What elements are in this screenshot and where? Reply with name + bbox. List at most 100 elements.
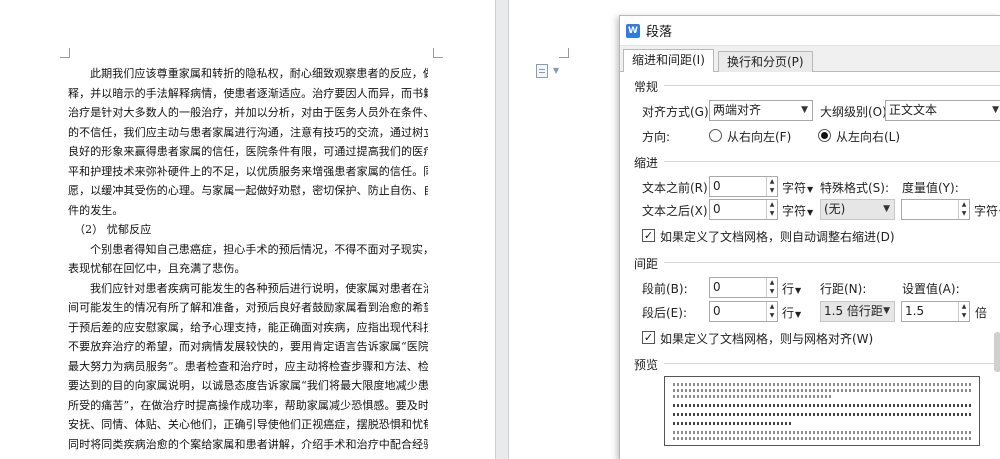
spacing-after-value: 0 xyxy=(713,304,721,318)
indent-after-label: 文本之后(X): xyxy=(642,204,712,218)
page-options-icon[interactable] xyxy=(536,64,548,78)
doc-line: 安抚、同情、体贴、关心他们，正确引导使他们正视癌症，摆脱恐惧和忧郁。 xyxy=(68,418,428,431)
preview-line xyxy=(673,413,973,416)
spin-up-icon[interactable]: ▲ xyxy=(767,200,777,209)
spacing-before-label: 段前(B): xyxy=(642,282,688,296)
line-spacing-label: 行距(N): xyxy=(820,282,867,296)
doc-line: 个别患者得知自己患癌症，担心手术的预后情况，不得不面对子现实，往往 xyxy=(90,242,428,256)
spin-down-icon[interactable]: ▼ xyxy=(959,209,969,218)
indent-before-unit-text: 字符 xyxy=(782,181,807,195)
measure-unit[interactable]: 字符▼ xyxy=(974,202,1000,219)
spinner-buttons[interactable]: ▲ ▼ xyxy=(958,200,969,219)
spin-up-icon[interactable]: ▲ xyxy=(959,302,969,311)
doc-line: 所受的痛苦”，在做治疗时提高操作成功率，帮助家属减少恐惧感。要及时进行 xyxy=(68,398,428,412)
paragraph-dialog: W 段落 缩进和间距(I) 换行和分页(P) 常规 对齐方式(G): 两端对齐 … xyxy=(619,15,1000,459)
set-value-input[interactable]: 1.5 ▲ ▼ xyxy=(901,301,970,322)
spin-down-icon[interactable]: ▼ xyxy=(767,287,777,296)
indent-after-input[interactable]: 0 ▲ ▼ xyxy=(709,199,778,220)
preview-line xyxy=(673,389,973,392)
align-label: 对齐方式(G): xyxy=(642,105,713,119)
spacing-after-label: 段后(E): xyxy=(642,306,687,320)
chevron-down-icon: ▼ xyxy=(883,306,890,316)
spinner-buttons[interactable]: ▲ ▼ xyxy=(766,278,777,297)
wps-app-icon: W xyxy=(626,23,640,38)
preview-line xyxy=(673,404,973,407)
divider xyxy=(664,85,1000,86)
special-format-value: (无) xyxy=(824,202,846,216)
doc-line: 不要放弃治疗的希望，而对病情发展较快的，要用肯定语言告诉家属“医院会尽 xyxy=(68,340,428,353)
spin-up-icon[interactable]: ▲ xyxy=(767,302,777,311)
snap-to-grid-label[interactable]: 如果定义了文档网格，则与网格对齐(W) xyxy=(660,330,873,347)
set-value-value: 1.5 xyxy=(905,304,925,318)
doc-line: 此期我们应该尊重家属和转折的隐私权，耐心细致观察患者的反应，做好解 xyxy=(90,67,428,80)
divider xyxy=(664,363,1000,364)
indent-after-value: 0 xyxy=(713,202,721,216)
rtl-label[interactable]: 从右向左(F) xyxy=(727,128,791,145)
spin-down-icon[interactable]: ▼ xyxy=(767,186,777,195)
document-page-left: 此期我们应该尊重家属和转折的隐私权，耐心细致观察患者的反应，做好解 释，并以暗示… xyxy=(0,0,496,459)
rtl-radio[interactable] xyxy=(709,129,722,142)
doc-line: 间可能发生的情况有所了解和准备，对预后良好者鼓励家属看到治愈的希望，对 xyxy=(68,301,428,314)
spin-up-icon[interactable]: ▲ xyxy=(767,177,777,186)
measure-label: 度量值(Y): xyxy=(902,181,959,195)
tab-indent-spacing[interactable]: 缩进和间距(I) xyxy=(623,49,714,72)
preview-line xyxy=(673,431,973,434)
set-value-unit: 倍 xyxy=(975,306,988,320)
chevron-down-icon[interactable]: ▼ xyxy=(553,66,559,75)
spin-down-icon[interactable]: ▼ xyxy=(767,209,777,218)
tab-line-page-breaks[interactable]: 换行和分页(P) xyxy=(718,51,813,73)
spinner-buttons[interactable]: ▲ ▼ xyxy=(766,302,777,321)
ltr-radio[interactable] xyxy=(818,129,831,142)
spin-down-icon[interactable]: ▼ xyxy=(959,311,969,320)
special-format-select[interactable]: (无) ▼ xyxy=(820,199,895,220)
resize-handle[interactable] xyxy=(994,332,1000,372)
crop-mark-top-right xyxy=(433,48,443,58)
document-body[interactable]: 此期我们应该尊重家属和转折的隐私权，耐心细致观察患者的反应，做好解 释，并以暗示… xyxy=(68,64,428,454)
set-value-label: 设置值(A): xyxy=(902,282,960,296)
spacing-after-unit-text: 行 xyxy=(782,306,795,320)
align-select[interactable]: 两端对齐 ▼ xyxy=(709,100,813,121)
dialog-titlebar[interactable]: W 段落 xyxy=(620,16,1000,46)
doc-line: （2） 忧郁反应 xyxy=(74,223,152,236)
auto-adjust-indent-checkbox[interactable]: ✓ xyxy=(642,229,655,242)
line-spacing-select[interactable]: 1.5 倍行距 ▼ xyxy=(820,301,895,322)
ltr-label[interactable]: 从左向右(L) xyxy=(836,128,900,145)
auto-adjust-indent-label[interactable]: 如果定义了文档网格，则自动调整右缩进(D) xyxy=(660,228,895,245)
doc-line: 的不信任，我们应主动与患者家属进行沟通，注意有技巧的交流，通过树立自己 xyxy=(68,125,428,139)
spin-down-icon[interactable]: ▼ xyxy=(767,311,777,320)
doc-line: 于预后差的应安慰家属，给予心理支持，能正确面对疾病，应指出现代科技进步， xyxy=(68,320,428,334)
section-general-title: 常规 xyxy=(634,80,659,94)
indent-before-unit[interactable]: 字符▼ xyxy=(782,179,813,196)
spacing-before-unit[interactable]: 行▼ xyxy=(782,280,801,297)
spin-up-icon[interactable]: ▲ xyxy=(767,278,777,287)
indent-after-unit-text: 字符 xyxy=(782,204,807,218)
align-value: 两端对齐 xyxy=(713,103,762,117)
preview-line xyxy=(673,383,973,386)
spinner-buttons[interactable]: ▲ ▼ xyxy=(766,200,777,219)
doc-line: 平和护理技术来弥补硬件上的不足，以优质服务来增强患者家属的信任。同时顺其意 xyxy=(68,164,428,178)
special-format-label: 特殊格式(S): xyxy=(820,181,890,195)
section-preview-title: 预览 xyxy=(634,358,659,372)
outline-level-value: 正文文本 xyxy=(889,103,938,117)
indent-before-input[interactable]: 0 ▲ ▼ xyxy=(709,176,778,197)
dialog-title: 段落 xyxy=(646,25,673,40)
indent-after-unit[interactable]: 字符▼ xyxy=(782,202,813,219)
crop-mark-top-left xyxy=(60,48,70,58)
line-spacing-value: 1.5 倍行距 xyxy=(824,304,883,318)
spacing-before-unit-text: 行 xyxy=(782,282,795,296)
spinner-buttons[interactable]: ▲ ▼ xyxy=(766,177,777,196)
outline-level-select[interactable]: 正文文本 ▼ xyxy=(885,100,1000,121)
dialog-tabs: 缩进和间距(I) 换行和分页(P) xyxy=(620,48,1000,73)
indent-before-value: 0 xyxy=(713,179,721,193)
chevron-down-icon: ▼ xyxy=(795,286,802,295)
spacing-after-input[interactable]: 0 ▲ ▼ xyxy=(709,301,778,322)
spinner-buttons[interactable]: ▲ ▼ xyxy=(958,302,969,321)
measure-input[interactable]: ▲ ▼ xyxy=(901,199,970,220)
spacing-after-unit[interactable]: 行▼ xyxy=(782,304,801,321)
spin-up-icon[interactable]: ▲ xyxy=(959,200,969,209)
spacing-before-input[interactable]: 0 ▲ ▼ xyxy=(709,277,778,298)
outline-level-label: 大纲级别(O): xyxy=(820,105,891,119)
snap-to-grid-checkbox[interactable]: ✓ xyxy=(642,331,655,344)
chevron-down-icon: ▼ xyxy=(807,208,814,217)
measure-unit-text: 字符 xyxy=(974,204,999,218)
